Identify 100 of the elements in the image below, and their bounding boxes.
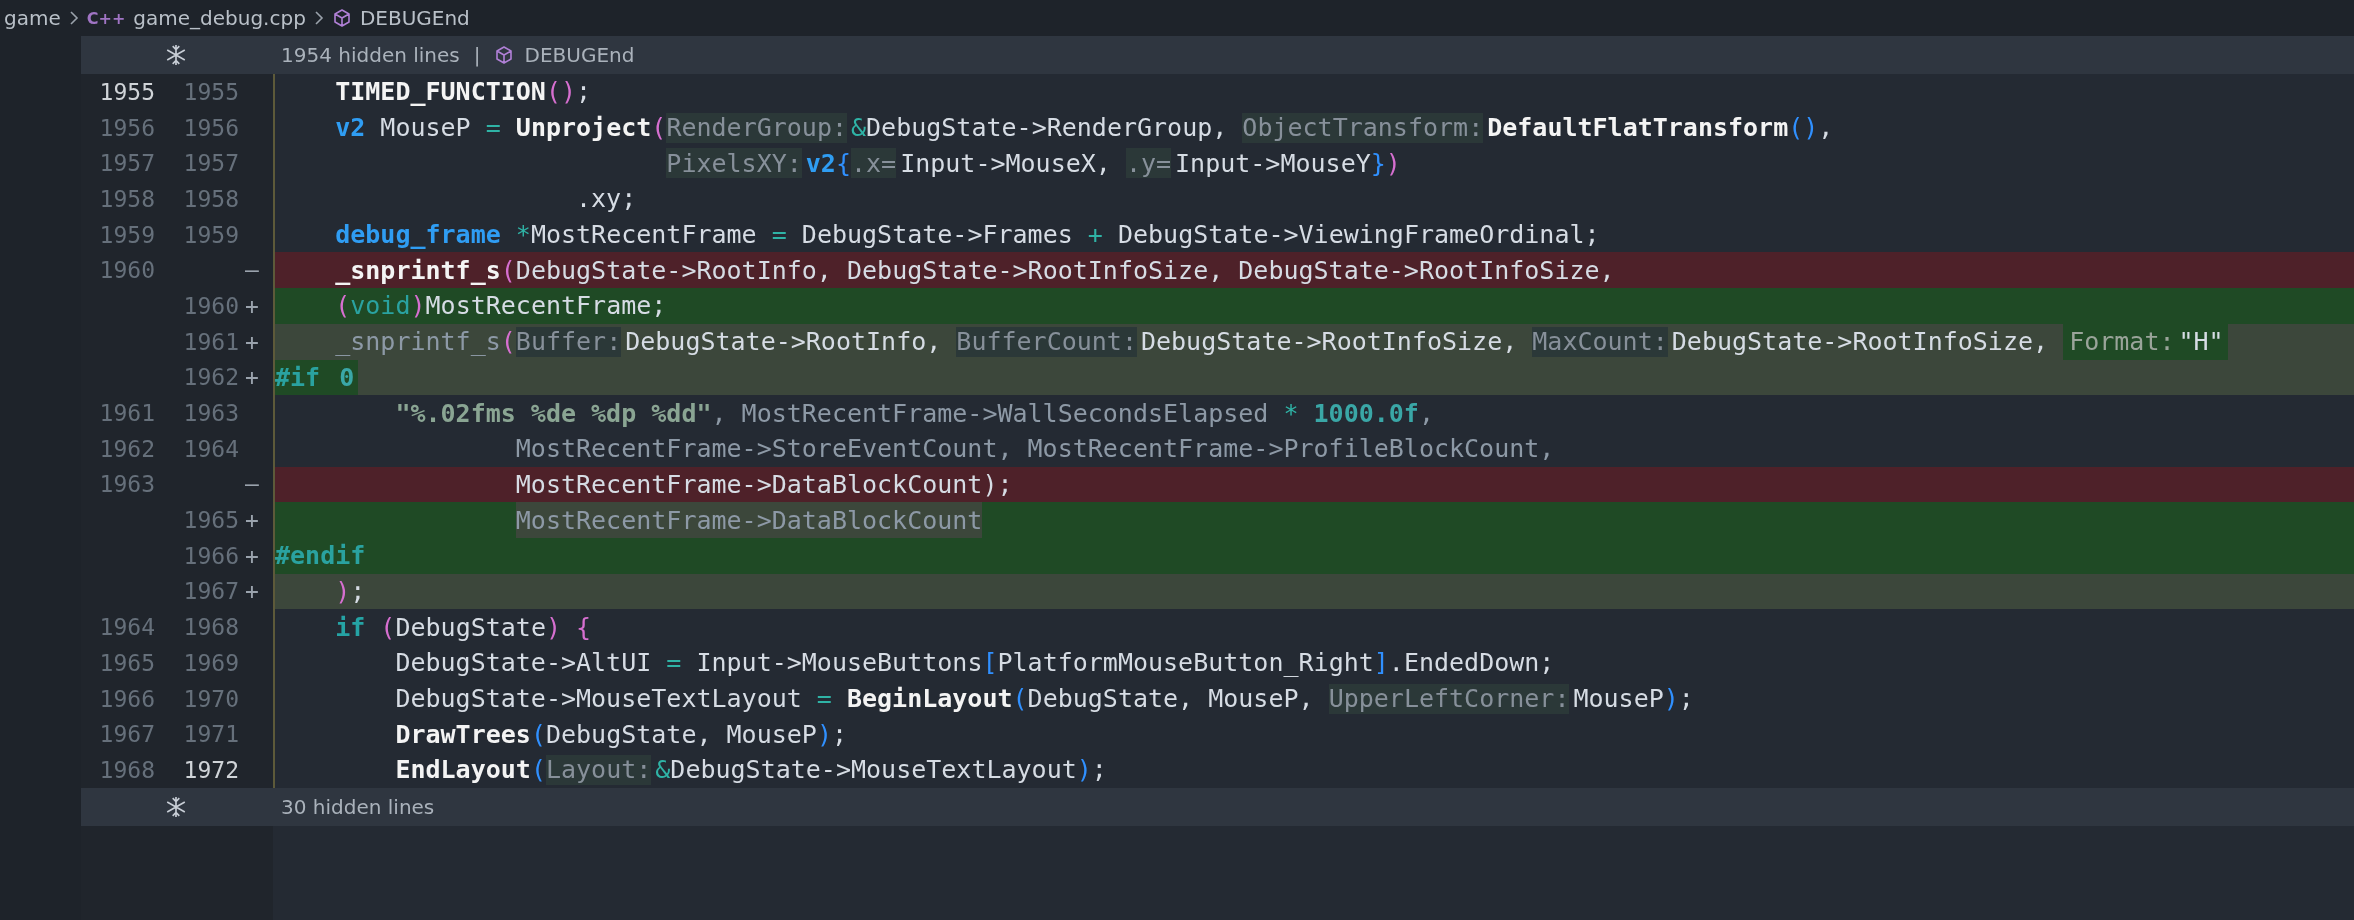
breadcrumb-item[interactable]: game_debug.cpp (133, 6, 306, 30)
code-text: ) { (545, 611, 592, 644)
inlay-hint: MaxCount: (1532, 326, 1668, 357)
code-text: MouseP (1573, 683, 1664, 716)
code-text: * (1283, 397, 1299, 430)
code-text: ; (1678, 683, 1694, 716)
inlay-hint: BufferCount: (956, 326, 1137, 357)
line-number: 1965 (99, 649, 155, 676)
code-text: ) (1076, 754, 1092, 787)
chevron-icon (313, 10, 324, 26)
breadcrumb-item[interactable]: game (4, 6, 61, 30)
diff-marker: + (245, 292, 259, 319)
code-text: Input->MouseX, (900, 147, 1112, 180)
code-text: TIMED_FUNCTION (335, 76, 546, 109)
unfold-icon[interactable] (165, 44, 187, 66)
code-text: .xy; (576, 183, 637, 216)
code-text: if (335, 611, 366, 644)
code-text: } (1370, 147, 1386, 180)
code-text: , (1418, 397, 1434, 430)
line-number: 1964 (183, 435, 239, 462)
code-text: Input->MouseButtons (695, 647, 983, 680)
code-text: BeginLayout (845, 683, 1013, 716)
code-text: DebugState->MouseTextLayout (670, 754, 1077, 787)
code-text: = (771, 219, 787, 252)
code-text: debug_frame (335, 219, 501, 252)
code-text: DebugState->AltUI (395, 647, 653, 680)
line-number: 1956 (99, 114, 155, 141)
code-text: ) (1385, 147, 1401, 180)
inlay-hint: .x= (850, 148, 897, 179)
code-text: DebugState->RootInfoSize, (1671, 326, 2050, 359)
code-text: ; (576, 76, 592, 109)
folded-region-bar[interactable]: 1954 hidden lines | DEBUGEnd (81, 36, 2354, 74)
line-number: 1967 (99, 721, 155, 748)
hidden-lines-label: 1954 hidden lines (281, 43, 460, 67)
code-text: void (350, 290, 411, 323)
breadcrumb-item[interactable]: DEBUGEnd (359, 6, 470, 30)
line-number: 1958 (183, 185, 239, 212)
cube-icon (494, 45, 515, 65)
code-text: () (545, 76, 577, 109)
line-number: 1957 (183, 150, 239, 177)
code-text: 1000.0f (1312, 397, 1419, 430)
code-text: & (851, 112, 867, 145)
code-text: ( (530, 754, 546, 787)
code-text: _snprintf_s (335, 326, 501, 359)
code-text: MostRecentFrame->DataBlockCount); (515, 468, 1013, 501)
line-number: 1961 (183, 328, 239, 355)
code-text: = (485, 112, 501, 145)
cube-icon (331, 8, 352, 28)
code-text: = (666, 647, 682, 680)
line-number: 1966 (99, 685, 155, 712)
chevron-icon (68, 10, 79, 26)
code-text: = (816, 683, 832, 716)
diff-marker: + (245, 328, 259, 355)
inlay-hint: Buffer: (515, 326, 622, 357)
code-text: .EndedDown; (1388, 647, 1555, 680)
code-text: ( (500, 326, 516, 359)
code-text: DebugState->MouseTextLayout (395, 683, 803, 716)
separator-text: | (473, 43, 481, 67)
line-number: 1955 (183, 78, 239, 105)
diff-marker: — (245, 257, 259, 284)
line-number: 1968 (183, 614, 239, 641)
code-text: PlatformMouseButton_Right (997, 647, 1374, 680)
code-text: DebugState->RootInfo, DebugState->RootInfoSize, DebugState->RootInfoSize, (515, 254, 1615, 287)
line-number: 1962 (99, 435, 155, 462)
code-text: ( (500, 254, 516, 287)
code-text: ] (1373, 647, 1389, 680)
code-text: ) (335, 575, 351, 608)
inlay-hint: .y= (1125, 148, 1172, 179)
code-text: MouseP (379, 112, 472, 145)
inlay-hint: RenderGroup: (666, 112, 847, 143)
code-text: v2 (335, 112, 366, 145)
code-text: & (655, 754, 671, 787)
line-number: 1967 (183, 578, 239, 605)
code-text: ; (350, 575, 366, 608)
line-number: 1968 (99, 756, 155, 783)
code-text: MostRecentFrame->StoreEventCount, MostRecentFrame->ProfileBlockCount, (515, 433, 1555, 466)
line-number: 1960 (183, 292, 239, 319)
code-text: MostRecentFrame; (425, 290, 667, 323)
code-text: DebugState (395, 611, 546, 644)
line-number: 1955 (99, 78, 155, 105)
code-text: () (1788, 112, 1819, 145)
inlay-hint: ObjectTransform: (1242, 112, 1484, 143)
code-text: MostRecentFrame->DataBlockCount (515, 502, 983, 538)
code-text: DebugState->RootInfo, (625, 326, 943, 359)
code-text: [ (982, 647, 998, 680)
code-text: "%.02fms %de %dp %dd" (395, 397, 712, 430)
folded-region-bar[interactable]: 30 hidden lines (81, 787, 2354, 826)
line-number: 1971 (183, 721, 239, 748)
diff-marker: — (245, 471, 259, 498)
code-text: DebugState->Frames (800, 219, 1074, 252)
code-text: ) (410, 290, 426, 323)
symbol-label: DEBUGEnd (524, 43, 635, 67)
code-text: _snprintf_s (335, 254, 501, 287)
unfold-icon[interactable] (165, 795, 187, 818)
diff-marker: + (245, 507, 259, 534)
code-text: v2 (805, 147, 836, 180)
code-text: , MostRecentFrame->WallSecondsElapsed (711, 397, 1270, 430)
code-text: EndLayout (395, 754, 531, 787)
code-text: "H" (2178, 323, 2228, 360)
code-text: #endif (275, 540, 366, 573)
